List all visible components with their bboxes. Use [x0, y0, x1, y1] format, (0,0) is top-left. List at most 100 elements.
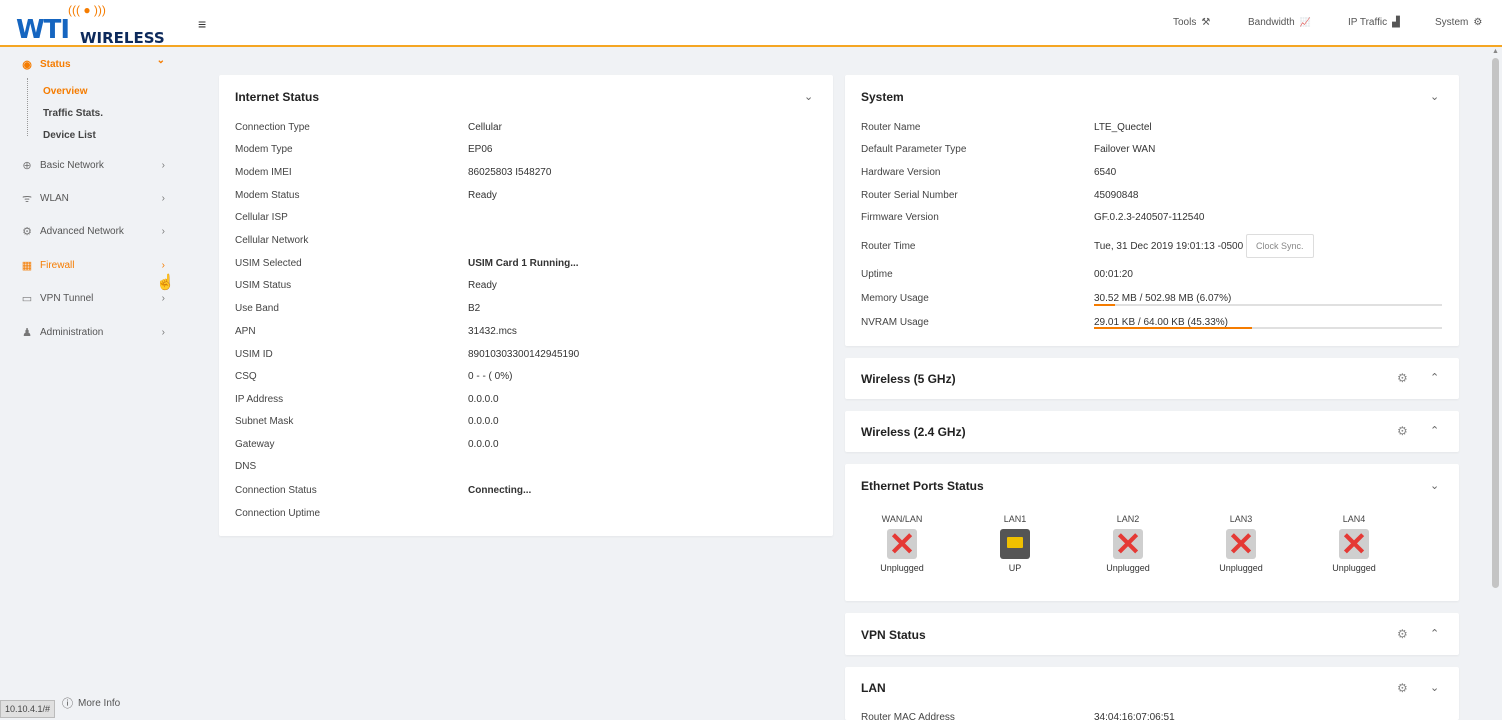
gear-icon: ⚙ — [1473, 17, 1483, 28]
port-unplugged-icon: ✕ — [1339, 526, 1369, 562]
internet-row-value: 89010303300142945190 — [468, 349, 580, 360]
system-row-value: 00:01:20 — [1094, 269, 1133, 280]
card-title: Ethernet Ports Status — [861, 479, 984, 493]
nvram-usage-bar — [1094, 327, 1442, 329]
chevron-right-icon: › — [161, 259, 165, 271]
port-connected-icon — [1000, 529, 1030, 559]
sidebar-item-administration[interactable]: ♟ Administration › — [20, 323, 165, 341]
chevron-down-icon[interactable]: ⌄ — [1430, 681, 1439, 694]
vpn-icon: ▭ — [21, 292, 33, 305]
system-row-value: GF.0.2.3-240507-112540 — [1094, 212, 1205, 223]
sidebar-item-wlan[interactable]: ᯤ WLAN › — [20, 189, 165, 207]
logo-waves: ((( ● ))) — [68, 3, 106, 17]
logo-sub-text: WIRELESS — [80, 29, 165, 47]
port-lan2: LAN2 ✕ Unplugged — [1098, 514, 1158, 573]
sidebar-subitem-traffic-stats[interactable]: Traffic Stats. — [43, 108, 103, 119]
top-nav-label: Bandwidth — [1248, 17, 1295, 28]
clock-sync-button[interactable]: Clock Sync. — [1246, 234, 1314, 258]
system-row-value: Failover WAN — [1094, 144, 1156, 155]
globe-icon: ⊕ — [22, 159, 32, 172]
gear-icon[interactable]: ⚙ — [1397, 681, 1408, 695]
port-lan3: LAN3 ✕ Unplugged — [1211, 514, 1271, 573]
top-bar: ((( ● ))) WTI WIRELESS ≡ Tools ⚒ Bandwid… — [0, 0, 1502, 47]
sidebar-subitem-device-list[interactable]: Device List — [43, 130, 96, 141]
internet-row-label: USIM Status — [235, 280, 292, 291]
top-nav-ip-traffic[interactable]: IP Traffic ▟ — [1348, 17, 1400, 28]
menu-toggle-icon[interactable]: ≡ — [198, 16, 206, 32]
cog-icon: ⚙ — [22, 225, 32, 238]
internet-row-label: Modem IMEI — [235, 167, 292, 178]
internet-row-value: USIM Card 1 Running... — [468, 258, 579, 269]
chart-line-icon: 📈 — [1299, 17, 1311, 27]
top-nav-label: System — [1435, 17, 1469, 28]
port-lan4: LAN4 ✕ Unplugged — [1324, 514, 1384, 573]
wireless-24ghz-card: Wireless (2.4 GHz) ⚙ ⌃ — [845, 411, 1459, 452]
vpn-status-card: VPN Status ⚙ ⌃ — [845, 613, 1459, 655]
sidebar-item-basic-network[interactable]: ⊕ Basic Network › — [20, 156, 165, 174]
sidebar-item-firewall[interactable]: ▦ Firewall › — [20, 256, 165, 274]
more-info-link[interactable]: ⓘ More Info — [62, 695, 120, 711]
sidebar-subitem-overview[interactable]: Overview — [43, 86, 87, 97]
top-nav-system[interactable]: System ⚙ — [1435, 17, 1482, 28]
chevron-down-icon: ⌄ — [156, 55, 165, 66]
gear-icon[interactable]: ⚙ — [1397, 627, 1408, 641]
scroll-up-arrow-icon[interactable]: ▲ — [1492, 48, 1499, 55]
sidebar — [0, 49, 188, 720]
card-title: Wireless (5 GHz) — [861, 372, 956, 386]
top-nav-label: IP Traffic — [1348, 17, 1388, 28]
chevron-right-icon: › — [161, 159, 165, 171]
top-nav-bandwidth[interactable]: Bandwidth 📈 — [1248, 17, 1311, 28]
wti-logo[interactable]: ((( ● ))) WTI WIRELESS — [16, 3, 176, 47]
sidebar-item-label: Advanced Network — [40, 225, 124, 237]
port-wan-lan: WAN/LAN ✕ Unplugged — [872, 514, 932, 573]
system-row-label: Router Time — [861, 241, 916, 252]
sidebar-item-label: Basic Network — [40, 159, 104, 171]
card-title: Internet Status — [235, 90, 320, 104]
port-status: Unplugged — [880, 563, 924, 573]
sidebar-item-label: WLAN — [40, 192, 69, 204]
system-row-value: Tue, 31 Dec 2019 19:01:13 -0500 — [1094, 241, 1244, 252]
internet-row-label: IP Address — [235, 394, 284, 405]
sidebar-item-status[interactable]: ◉ Status ⌄ — [20, 55, 165, 73]
status-url: 10.10.4.1/# — [0, 700, 56, 718]
chart-area-icon: ▟ — [1392, 17, 1400, 28]
sidebar-item-advanced-network[interactable]: ⚙ Advanced Network › — [20, 222, 165, 240]
chevron-up-icon[interactable]: ⌃ — [1430, 627, 1439, 640]
chevron-down-icon[interactable]: ⌄ — [1430, 479, 1439, 492]
system-row-label: Uptime — [861, 269, 893, 280]
internet-row-label: Connection Status — [235, 485, 317, 496]
system-row-label: Default Parameter Type — [861, 144, 967, 155]
internet-row-value: EP06 — [468, 144, 493, 155]
internet-row-value: Ready — [468, 280, 497, 291]
more-info-label: More Info — [78, 697, 121, 709]
tree-line — [27, 78, 28, 136]
chevron-down-icon[interactable]: ⌄ — [1430, 90, 1439, 103]
gear-icon[interactable]: ⚙ — [1397, 371, 1408, 385]
sidebar-item-vpn-tunnel[interactable]: ▭ VPN Tunnel › — [20, 289, 165, 307]
port-unplugged-icon: ✕ — [1226, 526, 1256, 562]
internet-row-value: 0.0.0.0 — [468, 439, 499, 450]
info-icon: ⓘ — [62, 698, 73, 710]
lan-row-value: 34:04:16:07:06:51 — [1094, 712, 1175, 720]
top-nav-tools[interactable]: Tools ⚒ — [1173, 17, 1210, 28]
internet-row-label: USIM Selected — [235, 258, 302, 269]
internet-row-label: DNS — [235, 461, 257, 472]
internet-row-label: Modem Status — [235, 190, 300, 201]
port-status: Unplugged — [1106, 563, 1150, 573]
internet-row-label: USIM ID — [235, 349, 273, 360]
chevron-right-icon: › — [161, 326, 165, 338]
chevron-up-icon[interactable]: ⌃ — [1430, 371, 1439, 384]
internet-row-label: Connection Type — [235, 122, 310, 133]
internet-row-label: Use Band — [235, 303, 279, 314]
chevron-down-icon[interactable]: ⌄ — [804, 90, 813, 103]
port-label: LAN1 — [1003, 514, 1027, 524]
sidebar-item-label: Status — [40, 58, 71, 70]
gear-icon[interactable]: ⚙ — [1397, 424, 1408, 438]
chevron-up-icon[interactable]: ⌃ — [1430, 424, 1439, 437]
lan-row-label: Router MAC Address — [861, 712, 955, 720]
page-scrollbar[interactable] — [1492, 58, 1499, 588]
system-row-value: 30.52 MB / 502.98 MB (6.07%) — [1094, 293, 1232, 304]
internet-row-label: CSQ — [235, 371, 257, 382]
internet-row-value: Cellular — [468, 122, 502, 133]
internet-status-card: Internet Status ⌄ — [219, 75, 833, 536]
